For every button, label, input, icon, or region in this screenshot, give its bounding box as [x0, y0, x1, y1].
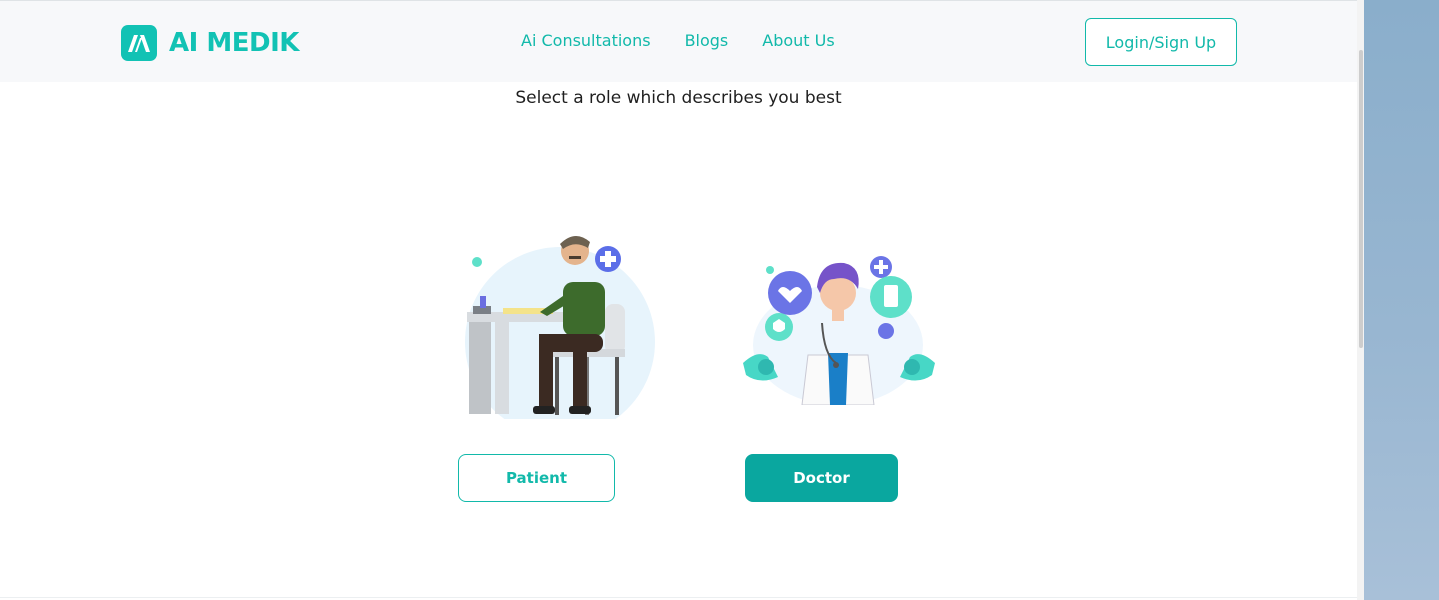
app-viewport: AI MEDIK Ai Consultations Blogs About Us… — [0, 0, 1364, 600]
doctor-role-button[interactable]: Doctor — [745, 454, 898, 502]
logo-text: AI MEDIK — [169, 28, 299, 58]
main-nav: Ai Consultations Blogs About Us — [521, 31, 869, 50]
patient-role-button[interactable]: Patient — [458, 454, 615, 502]
logo-mark-icon — [121, 25, 157, 61]
logo[interactable]: AI MEDIK — [121, 25, 299, 61]
nav-blogs[interactable]: Blogs — [685, 31, 729, 50]
scrollbar-thumb[interactable] — [1359, 50, 1363, 348]
login-signup-button[interactable]: Login/Sign Up — [1085, 18, 1237, 66]
nav-about-us[interactable]: About Us — [762, 31, 834, 50]
doctor-illustration[interactable] — [738, 245, 940, 406]
patient-illustration[interactable] — [455, 224, 660, 437]
nav-ai-consultations[interactable]: Ai Consultations — [521, 31, 651, 50]
bottom-divider — [0, 597, 1357, 598]
desktop-backdrop — [1364, 0, 1439, 600]
site-header: AI MEDIK Ai Consultations Blogs About Us… — [0, 1, 1357, 82]
role-prompt: Select a role which describes you best — [515, 88, 842, 108]
